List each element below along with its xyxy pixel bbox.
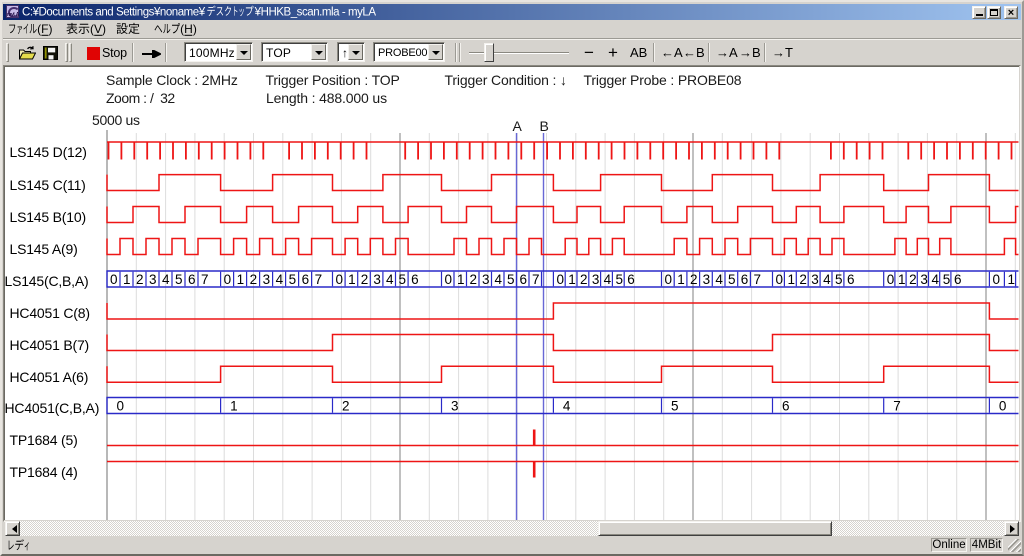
svg-text:4: 4 bbox=[162, 272, 170, 287]
svg-text:0: 0 bbox=[336, 272, 344, 287]
svg-text:1: 1 bbox=[568, 272, 576, 287]
svg-text:2: 2 bbox=[470, 272, 478, 287]
svg-text:7: 7 bbox=[753, 272, 761, 287]
svg-text:6: 6 bbox=[741, 272, 749, 287]
svg-text:2: 2 bbox=[136, 272, 144, 287]
svg-text:6: 6 bbox=[627, 272, 635, 287]
svg-text:1: 1 bbox=[787, 272, 795, 287]
svg-text:0: 0 bbox=[776, 272, 784, 287]
svg-text:7: 7 bbox=[201, 272, 209, 287]
svg-text:5: 5 bbox=[671, 398, 679, 413]
svg-text:1: 1 bbox=[230, 398, 238, 413]
svg-text:4: 4 bbox=[823, 272, 831, 287]
svg-text:2: 2 bbox=[690, 272, 698, 287]
svg-text:4: 4 bbox=[604, 272, 612, 287]
svg-text:5: 5 bbox=[835, 272, 843, 287]
svg-text:1: 1 bbox=[898, 272, 906, 287]
svg-text:1: 1 bbox=[457, 272, 465, 287]
svg-text:6: 6 bbox=[302, 272, 310, 287]
svg-text:5: 5 bbox=[943, 272, 951, 287]
svg-text:4: 4 bbox=[495, 272, 503, 287]
svg-text:1: 1 bbox=[1007, 272, 1015, 287]
svg-text:5: 5 bbox=[507, 272, 515, 287]
svg-text:2: 2 bbox=[361, 272, 369, 287]
svg-text:3: 3 bbox=[703, 272, 711, 287]
svg-text:6: 6 bbox=[782, 398, 790, 413]
svg-text:0: 0 bbox=[117, 398, 125, 413]
svg-text:0: 0 bbox=[992, 272, 1000, 287]
svg-text:3: 3 bbox=[149, 272, 157, 287]
svg-text:7: 7 bbox=[893, 398, 901, 413]
svg-text:0: 0 bbox=[224, 272, 232, 287]
svg-text:3: 3 bbox=[373, 272, 381, 287]
svg-text:3: 3 bbox=[263, 272, 271, 287]
svg-text:1: 1 bbox=[348, 272, 356, 287]
svg-text:6: 6 bbox=[188, 272, 196, 287]
svg-text:3: 3 bbox=[451, 398, 459, 413]
svg-text:(H): (H) bbox=[180, 22, 197, 36]
svg-text:3: 3 bbox=[592, 272, 600, 287]
svg-text:5: 5 bbox=[615, 272, 623, 287]
svg-text:5: 5 bbox=[399, 272, 407, 287]
svg-text:(V): (V) bbox=[90, 22, 106, 36]
svg-text:1: 1 bbox=[123, 272, 131, 287]
svg-text:5: 5 bbox=[289, 272, 297, 287]
svg-text:6: 6 bbox=[847, 272, 855, 287]
svg-text:(F): (F) bbox=[37, 22, 52, 36]
svg-text:6: 6 bbox=[520, 272, 528, 287]
svg-text:7: 7 bbox=[315, 272, 323, 287]
svg-text:0: 0 bbox=[556, 272, 564, 287]
svg-text:4: 4 bbox=[715, 272, 723, 287]
svg-text:2: 2 bbox=[342, 398, 350, 413]
svg-text:5: 5 bbox=[728, 272, 736, 287]
svg-text:2: 2 bbox=[799, 272, 807, 287]
svg-text:6: 6 bbox=[411, 272, 419, 287]
svg-text:3: 3 bbox=[920, 272, 928, 287]
svg-text:2: 2 bbox=[580, 272, 588, 287]
svg-text:0: 0 bbox=[445, 272, 453, 287]
svg-text:5: 5 bbox=[175, 272, 183, 287]
svg-text:4: 4 bbox=[932, 272, 940, 287]
svg-text:3: 3 bbox=[811, 272, 819, 287]
svg-text:7: 7 bbox=[532, 272, 540, 287]
svg-text:1: 1 bbox=[677, 272, 685, 287]
svg-text:4: 4 bbox=[386, 272, 394, 287]
svg-text:0: 0 bbox=[999, 398, 1007, 413]
svg-text:4: 4 bbox=[276, 272, 284, 287]
svg-text:3: 3 bbox=[482, 272, 490, 287]
svg-text:¥HHKB_scan.mla - myLA: ¥HHKB_scan.mla - myLA bbox=[254, 6, 377, 18]
svg-text:6: 6 bbox=[954, 272, 962, 287]
svg-text:0: 0 bbox=[110, 272, 118, 287]
svg-text:C:¥Documents and Settings¥nona: C:¥Documents and Settings¥noname¥ bbox=[22, 6, 206, 18]
svg-text:2: 2 bbox=[250, 272, 258, 287]
svg-text:1: 1 bbox=[237, 272, 245, 287]
svg-text:0: 0 bbox=[887, 272, 895, 287]
svg-text:2: 2 bbox=[909, 272, 917, 287]
svg-text:4: 4 bbox=[563, 398, 571, 413]
svg-text:0: 0 bbox=[665, 272, 673, 287]
